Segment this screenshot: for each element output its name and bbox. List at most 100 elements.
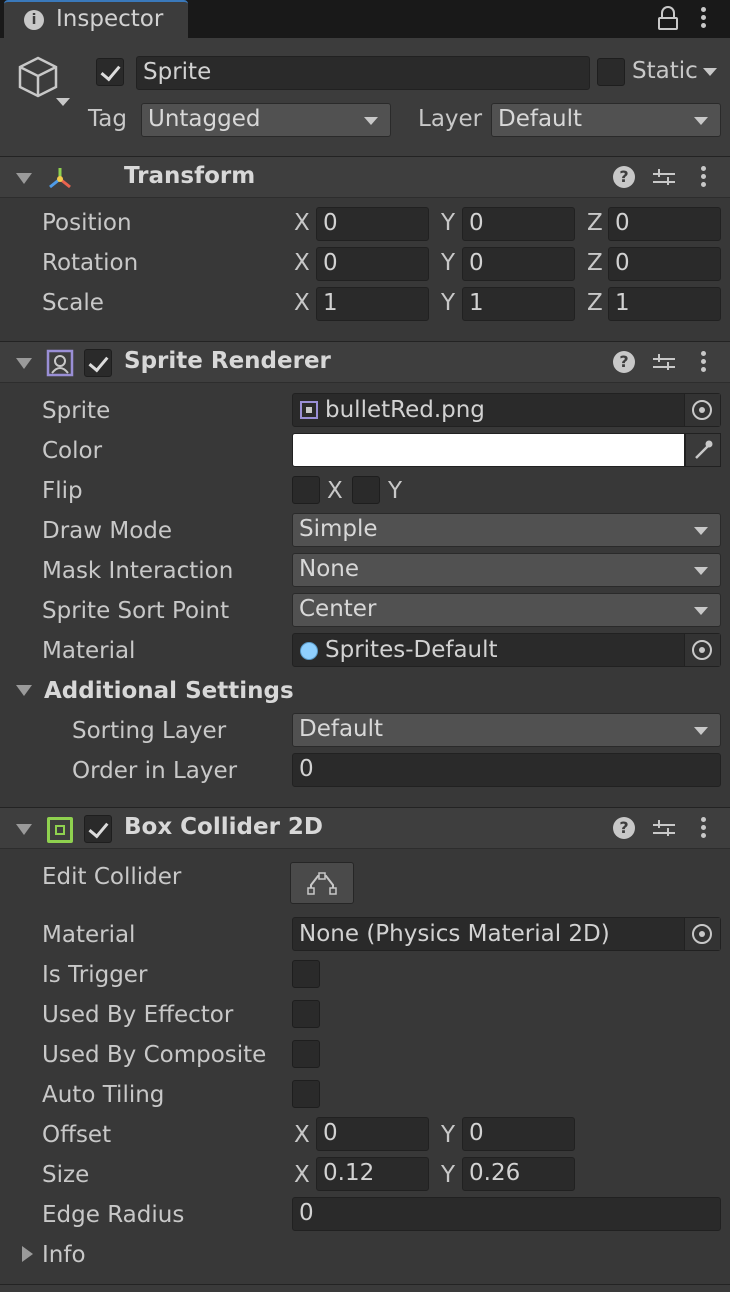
kebab-icon[interactable] <box>701 166 707 188</box>
flip-x-checkbox[interactable] <box>292 476 320 504</box>
eyedropper-icon[interactable] <box>685 433 721 467</box>
help-icon[interactable]: ? <box>613 166 635 188</box>
mask-interaction-dropdown[interactable]: None <box>292 553 721 587</box>
axis-z[interactable]: Z <box>587 210 603 236</box>
gameobject-icon <box>16 54 64 102</box>
position-z-input[interactable]: 0 <box>608 207 721 241</box>
box-collider-header[interactable]: Box Collider 2D ? <box>0 807 730 849</box>
axis-y[interactable]: Y <box>441 290 455 316</box>
axis-x[interactable]: X <box>294 290 310 316</box>
tag-label: Tag <box>88 106 127 132</box>
axis-z[interactable]: Z <box>587 290 603 316</box>
offset-label: Offset <box>42 1122 112 1148</box>
order-in-layer-input[interactable]: 0 <box>292 753 721 787</box>
used-by-composite-checkbox[interactable] <box>292 1040 320 1068</box>
help-icon[interactable]: ? <box>613 817 635 839</box>
material-value: Sprites-Default <box>325 637 498 663</box>
axis-y[interactable]: Y <box>441 250 455 276</box>
sorting-layer-label: Sorting Layer <box>72 718 227 744</box>
presets-icon[interactable] <box>653 167 675 189</box>
info-fold-arrow[interactable] <box>22 1246 33 1262</box>
presets-icon[interactable] <box>653 818 675 840</box>
layer-dropdown[interactable]: Default <box>491 103 721 137</box>
sprite-renderer-icon <box>46 349 74 377</box>
position-x-input[interactable]: 0 <box>316 207 429 241</box>
axis-y[interactable]: Y <box>441 210 455 236</box>
order-in-layer-label: Order in Layer <box>72 758 238 784</box>
mask-interaction-label: Mask Interaction <box>42 558 234 584</box>
position-label: Position <box>42 210 132 236</box>
axis-y[interactable]: Y <box>441 1162 455 1188</box>
sprite-object-field[interactable]: bulletRed.png <box>292 393 721 427</box>
box-collider-enabled-toggle[interactable] <box>84 815 112 843</box>
fold-arrow[interactable] <box>16 824 32 835</box>
fold-arrow[interactable] <box>16 358 32 369</box>
tab-inspector[interactable]: i Inspector <box>4 0 188 38</box>
object-picker-icon[interactable] <box>692 924 712 944</box>
draw-mode-dropdown[interactable]: Simple <box>292 513 721 547</box>
kebab-icon[interactable] <box>701 817 707 839</box>
scale-x-input[interactable]: 1 <box>316 287 429 321</box>
kebab-icon[interactable] <box>701 351 707 373</box>
active-toggle[interactable] <box>96 58 124 86</box>
scale-z-input[interactable]: 1 <box>608 287 721 321</box>
edge-radius-input[interactable]: 0 <box>292 1197 721 1231</box>
size-x-input[interactable]: 0.12 <box>316 1157 429 1191</box>
collider-material-label: Material <box>42 922 136 948</box>
rotation-z-input[interactable]: 0 <box>608 247 721 281</box>
physics-material-value: None (Physics Material 2D) <box>299 921 610 947</box>
auto-tiling-label: Auto Tiling <box>42 1082 165 1108</box>
axis-x[interactable]: X <box>294 1162 310 1188</box>
static-label[interactable]: Static <box>632 58 698 84</box>
sorting-layer-dropdown[interactable]: Default <box>292 713 721 747</box>
lock-icon[interactable] <box>656 6 680 32</box>
scale-y-input[interactable]: 1 <box>462 287 575 321</box>
info-icon: i <box>24 10 44 30</box>
fold-arrow[interactable] <box>16 173 32 184</box>
tag-dropdown[interactable]: Untagged <box>141 103 391 137</box>
transform-header[interactable]: Transform ? <box>0 156 730 198</box>
static-checkbox[interactable] <box>597 58 625 86</box>
used-by-composite-label: Used By Composite <box>42 1042 267 1068</box>
icon-dropdown-arrow[interactable] <box>56 98 70 106</box>
sorting-layer-value: Default <box>299 716 384 742</box>
axis-z[interactable]: Z <box>587 250 603 276</box>
color-swatch[interactable] <box>292 433 685 467</box>
offset-x-input[interactable]: 0 <box>316 1117 429 1151</box>
additional-settings-fold-arrow[interactable] <box>16 685 32 696</box>
rotation-label: Rotation <box>42 250 139 276</box>
additional-settings-title[interactable]: Additional Settings <box>44 678 294 704</box>
is-trigger-label: Is Trigger <box>42 962 148 988</box>
edit-collider-button[interactable] <box>290 862 354 904</box>
size-label: Size <box>42 1162 90 1188</box>
scale-label: Scale <box>42 290 104 316</box>
presets-icon[interactable] <box>653 352 675 374</box>
info-foldout-label[interactable]: Info <box>42 1242 86 1268</box>
object-picker-icon[interactable] <box>692 640 712 660</box>
axis-x[interactable]: X <box>294 250 310 276</box>
axis-x[interactable]: X <box>294 1122 310 1148</box>
is-trigger-checkbox[interactable] <box>292 960 320 988</box>
axis-x[interactable]: X <box>294 210 310 236</box>
help-icon[interactable]: ? <box>613 351 635 373</box>
sprite-renderer-header[interactable]: Sprite Renderer ? <box>0 341 730 383</box>
offset-y-input[interactable]: 0 <box>462 1117 575 1151</box>
physics-material-object-field[interactable]: None (Physics Material 2D) <box>292 917 721 951</box>
rotation-x-input[interactable]: 0 <box>316 247 429 281</box>
material-object-field[interactable]: Sprites-Default <box>292 633 721 667</box>
static-dropdown-arrow[interactable] <box>703 68 717 76</box>
object-name-input[interactable]: Sprite <box>136 56 590 90</box>
sprite-sort-point-dropdown[interactable]: Center <box>292 593 721 627</box>
flip-label: Flip <box>42 478 83 504</box>
rotation-y-input[interactable]: 0 <box>462 247 575 281</box>
flip-y-checkbox[interactable] <box>352 476 380 504</box>
auto-tiling-checkbox[interactable] <box>292 1080 320 1108</box>
sprite-renderer-enabled-toggle[interactable] <box>84 349 112 377</box>
kebab-icon[interactable] <box>701 7 707 29</box>
object-picker-icon[interactable] <box>692 400 712 420</box>
axis-y[interactable]: Y <box>441 1122 455 1148</box>
position-y-input[interactable]: 0 <box>462 207 575 241</box>
used-by-effector-checkbox[interactable] <box>292 1000 320 1028</box>
size-y-input[interactable]: 0.26 <box>462 1157 575 1191</box>
sprite-sort-point-label: Sprite Sort Point <box>42 598 230 624</box>
